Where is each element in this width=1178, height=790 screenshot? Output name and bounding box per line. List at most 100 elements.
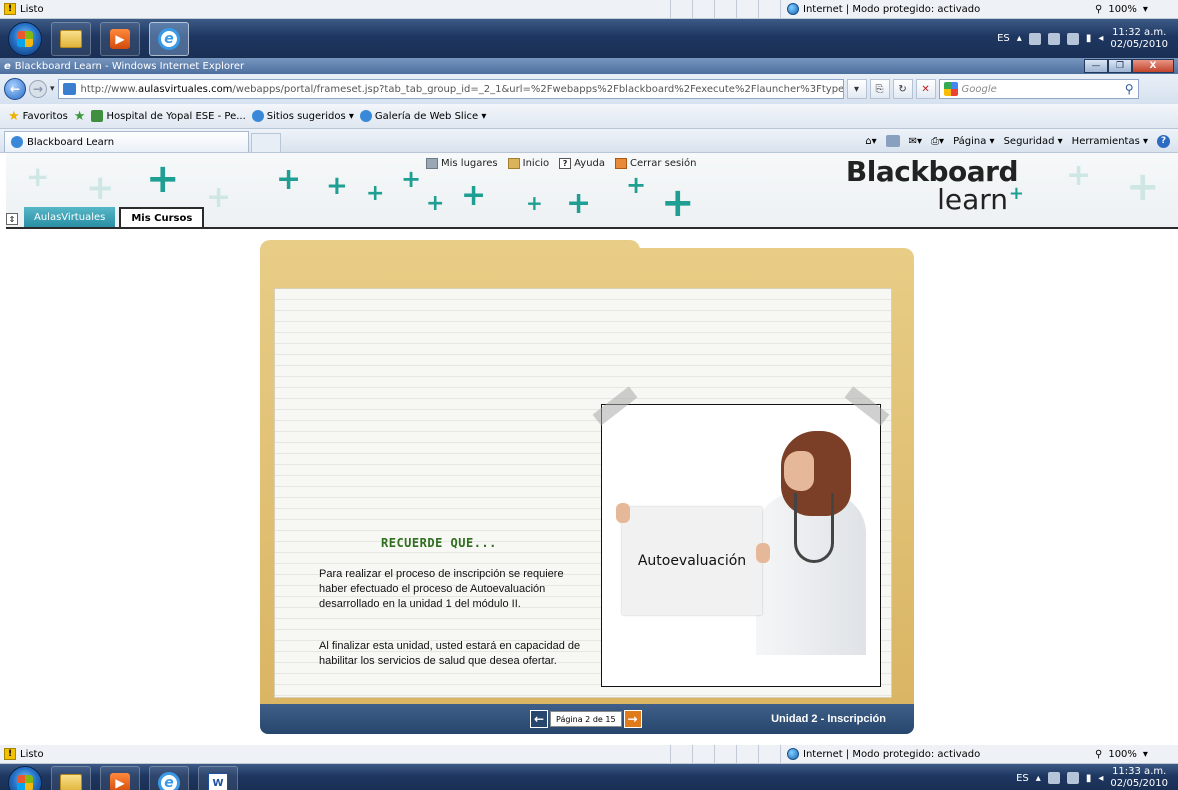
page-indicator: Página 2 de 15: [550, 711, 622, 727]
favorites-button[interactable]: ★ Favoritos: [8, 109, 68, 124]
magnifier-icon: ⚲: [1095, 3, 1103, 15]
close-button[interactable]: X: [1132, 59, 1174, 73]
recent-pages-dropdown[interactable]: ▾: [50, 84, 55, 94]
back-button[interactable]: ←: [4, 78, 26, 100]
language-indicator[interactable]: ES: [997, 33, 1010, 44]
flag-icon[interactable]: [1066, 772, 1079, 784]
tab-blackboard-learn[interactable]: Blackboard Learn: [4, 131, 249, 152]
decorative-plus-icon: +: [526, 191, 543, 215]
tab-mis-cursos[interactable]: Mis Cursos: [119, 207, 205, 227]
decorative-plus-icon: +: [276, 162, 302, 197]
new-tab-button[interactable]: [251, 133, 281, 152]
zoom-control[interactable]: ⚲ 100% ▾: [1045, 0, 1148, 18]
tools-menu[interactable]: Herramientas ▾: [1072, 136, 1148, 147]
security-menu[interactable]: Seguridad ▾: [1004, 136, 1063, 147]
globe-icon: [787, 3, 799, 15]
network-icon[interactable]: ▮: [1086, 773, 1092, 784]
security-zone[interactable]: Internet | Modo protegido: activado: [780, 0, 1045, 18]
search-icon[interactable]: ⚲: [1125, 82, 1138, 96]
autoevaluacion-sign: Autoevaluación: [622, 507, 762, 615]
security-zone[interactable]: Internet | Modo protegido: activado: [780, 745, 1045, 763]
favorite-item-hospital[interactable]: Hospital de Yopal ESE - Pe...: [91, 110, 246, 122]
recuerde-heading: RECUERDE QUE...: [381, 536, 497, 550]
show-hidden-icons[interactable]: ▴: [1017, 33, 1022, 44]
tray-icon[interactable]: [1028, 32, 1041, 45]
logout-link[interactable]: Cerrar sesión: [615, 158, 696, 169]
decorative-plus-icon: +: [461, 178, 487, 213]
previous-page-button[interactable]: ←: [530, 710, 548, 728]
network-icon[interactable]: ▮: [1086, 33, 1092, 44]
language-indicator[interactable]: ES: [1016, 773, 1029, 784]
home-icon[interactable]: ⌂▾: [865, 136, 876, 147]
address-bar[interactable]: http://www. aulasvirtuales.com/webapps/po…: [57, 79, 844, 99]
course-tabs: ⇕ AulasVirtuales Mis Cursos: [6, 207, 205, 227]
minimize-button[interactable]: —: [1084, 59, 1108, 73]
site-icon: [91, 110, 104, 122]
start-button[interactable]: [8, 21, 42, 56]
page-icon: [62, 83, 76, 95]
hand: [756, 543, 770, 563]
paragraph-1: Para realizar el proceso de inscripción …: [319, 568, 564, 610]
refresh-button[interactable]: ↻: [892, 79, 913, 99]
decorative-plus-icon: +: [1066, 158, 1092, 193]
status-text: Listo: [20, 3, 44, 15]
clock[interactable]: 11:32 a.m. 02/05/2010: [1110, 27, 1168, 51]
flag-icon[interactable]: [1047, 32, 1060, 45]
start-button[interactable]: [8, 766, 42, 790]
taskbar-internet-explorer[interactable]: e: [149, 21, 189, 56]
internet-explorer-icon: e: [158, 772, 180, 790]
folder-icon: [60, 29, 82, 48]
decorative-plus-icon: +: [206, 180, 232, 215]
tab-aulas-virtuales[interactable]: AulasVirtuales: [24, 207, 116, 227]
next-page-button[interactable]: →: [623, 710, 642, 728]
command-bar: ⌂▾ ✉▾ ⎙▾ Página ▾ Seguridad ▾ Herramient…: [865, 130, 1178, 152]
page-menu[interactable]: Página ▾: [953, 136, 995, 147]
taskbar-word[interactable]: W: [198, 766, 238, 790]
zoom-control[interactable]: ⚲ 100% ▾: [1045, 745, 1148, 763]
taskbar-media-player[interactable]: ▶: [100, 766, 140, 790]
volume-icon[interactable]: ◂: [1098, 33, 1103, 44]
taskbar-explorer[interactable]: [51, 766, 91, 790]
compatibility-view-button[interactable]: ⎘: [869, 79, 890, 99]
print-icon[interactable]: ⎙▾: [931, 136, 944, 147]
tray-icon[interactable]: [1047, 772, 1060, 784]
add-favorite-icon[interactable]: ★: [74, 109, 86, 124]
search-input[interactable]: Google ⚲: [938, 79, 1139, 99]
google-icon: [943, 82, 958, 96]
taskbar-top: ▶ e ES ▴ ▮ ◂ 11:32 a.m. 02/05/2010: [0, 19, 1178, 58]
internet-explorer-icon: e: [158, 27, 180, 50]
taskbar-media-player[interactable]: ▶: [100, 21, 140, 56]
decorative-plus-icon: +: [661, 180, 695, 226]
internet-explorer-icon: [251, 110, 264, 122]
status-bar-top: ! Listo Internet | Modo protegido: activ…: [0, 0, 1178, 19]
favorite-item-web-slice-gallery[interactable]: Galería de Web Slice ▾: [359, 110, 486, 122]
taskbar-explorer[interactable]: [51, 21, 91, 56]
clock[interactable]: 11:33 a.m. 02/05/2010: [1110, 766, 1168, 790]
stop-button[interactable]: ✕: [915, 79, 936, 99]
forward-button[interactable]: →: [29, 80, 47, 98]
home-link[interactable]: Inicio: [507, 158, 549, 169]
status-bar-bottom: ! Listo Internet | Modo protegido: activ…: [0, 745, 1178, 764]
maximize-button[interactable]: ❐: [1108, 59, 1132, 73]
my-places-link[interactable]: Mis lugares: [426, 158, 498, 169]
power-icon[interactable]: [1066, 32, 1079, 45]
taskbar-internet-explorer[interactable]: e: [149, 766, 189, 790]
feeds-icon[interactable]: [885, 135, 900, 147]
volume-icon[interactable]: ◂: [1098, 773, 1103, 784]
places-icon: [426, 158, 438, 169]
window-title-bar[interactable]: e Blackboard Learn - Windows Internet Ex…: [0, 58, 1178, 74]
tape: [592, 386, 638, 426]
blackboard-header: + + + + + + + + + + + + + + + + Mis luga…: [6, 153, 1178, 229]
favorites-bar: ★ Favoritos ★ Hospital de Yopal ESE - Pe…: [0, 104, 1178, 129]
help-link[interactable]: ? Ayuda: [559, 158, 605, 169]
favorite-item-suggested-sites[interactable]: Sitios sugeridos ▾: [251, 110, 354, 122]
mail-icon[interactable]: ✉▾: [909, 136, 922, 147]
status-text: Listo: [20, 748, 44, 760]
decorative-plus-icon: +: [366, 181, 385, 206]
address-toolbar: ← → ▾ http://www. aulasvirtuales.com/weba…: [0, 74, 1178, 104]
chevron-down-icon: ▾: [1142, 3, 1148, 15]
help-icon[interactable]: ?: [1157, 134, 1170, 148]
expand-icon[interactable]: ⇕: [6, 213, 18, 225]
address-dropdown-button[interactable]: ▾: [846, 79, 867, 99]
show-hidden-icons[interactable]: ▴: [1036, 773, 1041, 784]
